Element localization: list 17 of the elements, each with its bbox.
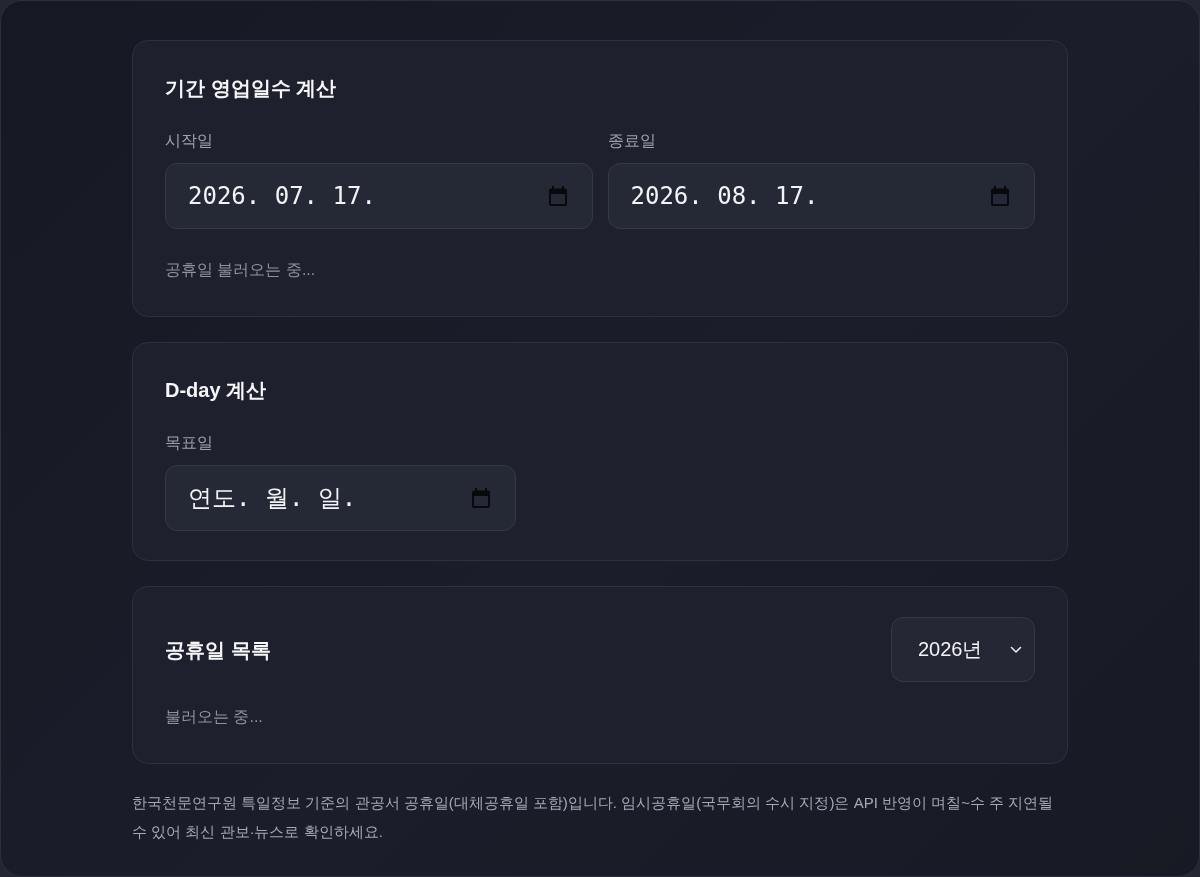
calendar-icon[interactable]	[991, 186, 1009, 206]
date-field[interactable]: 2026. 07. 17.	[165, 163, 593, 229]
field-label: 시작일	[165, 131, 213, 151]
card-title: D-day 계산	[165, 378, 267, 403]
loading-text: 불러오는 중...	[165, 707, 263, 727]
card-title: 공휴일 목록	[165, 637, 271, 663]
calendar-icon[interactable]	[472, 488, 490, 508]
field-label: 목표일	[165, 433, 213, 453]
date-field[interactable]: 2026. 08. 17.	[607, 163, 1035, 229]
field-label: 종료일	[607, 131, 656, 151]
footnote-text: 한국천문연구원 특일정보 기준의 관공서 공휴일(대체공휴일 포함)입니다. 임시공휴일(국무회의 수시 지정)은 API 반영이 며칠~수 주 지연될 수 있어 최신 관보·뉴스로 확인하세요.	[132, 793, 1055, 842]
calendar-icon[interactable]	[548, 186, 567, 206]
date-field[interactable]: 연도. 월. 일.	[165, 465, 516, 531]
chevron-down-icon	[1010, 645, 1022, 654]
loading-text: 공휴일 불러오는 중...	[165, 260, 316, 280]
card-title: 기간 영업일수 계산	[165, 76, 337, 101]
year-select[interactable]: 2026년	[891, 617, 1035, 682]
